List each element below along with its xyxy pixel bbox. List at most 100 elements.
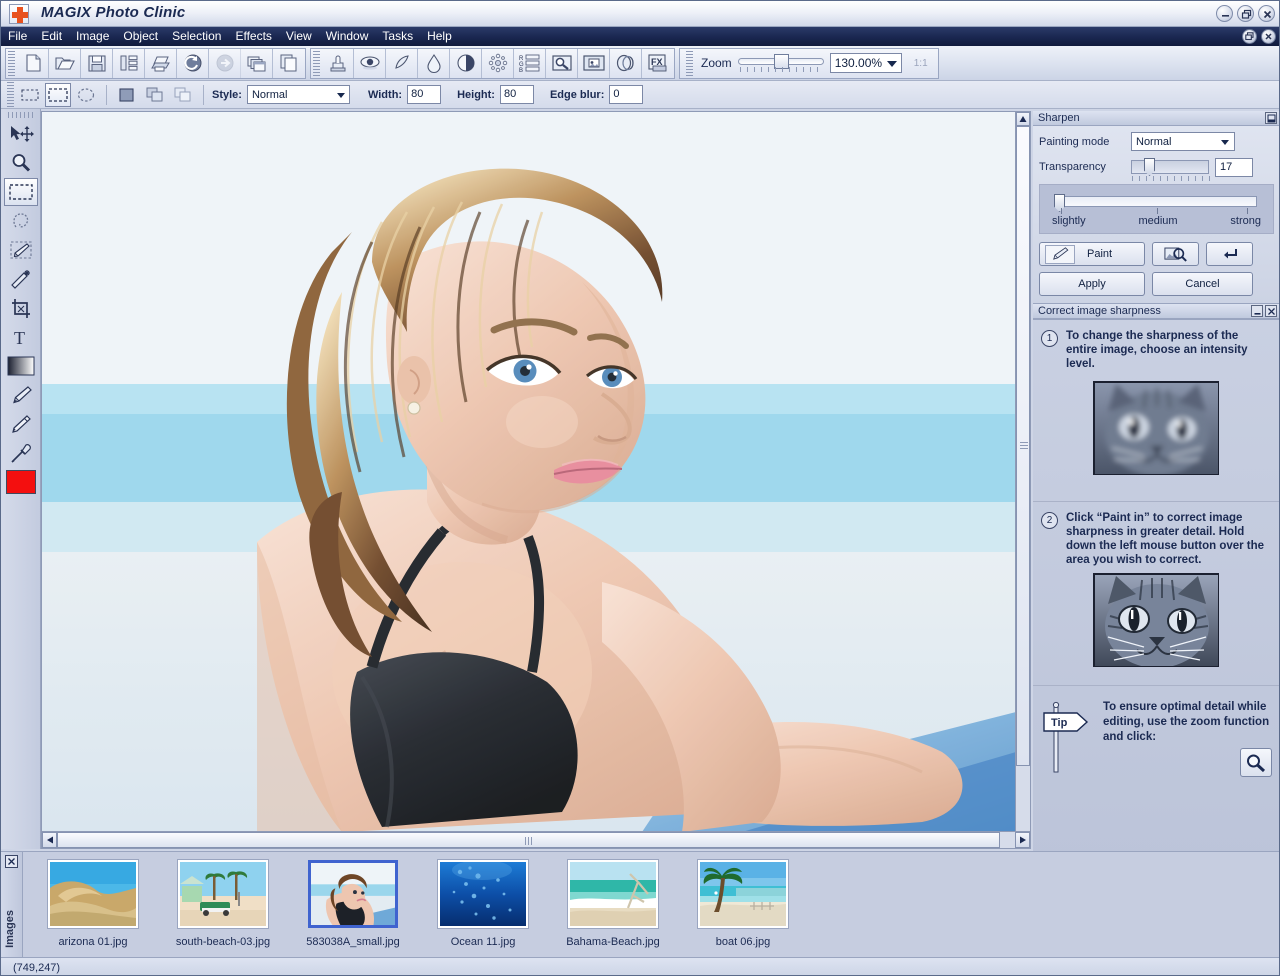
fx-icon[interactable]: FX: [642, 49, 674, 78]
printer-icon[interactable]: [145, 49, 177, 78]
stamp-icon[interactable]: [322, 49, 354, 78]
menu-tasks[interactable]: Tasks: [375, 28, 420, 45]
menu-selection[interactable]: Selection: [165, 28, 228, 45]
optionbar-gripper[interactable]: [7, 82, 14, 107]
crop-icon[interactable]: [4, 294, 38, 322]
thumbnail-south-beach[interactable]: [178, 860, 268, 928]
foreground-color-swatch[interactable]: [6, 470, 36, 494]
redo-arrow-icon[interactable]: [209, 49, 241, 78]
text-t-icon[interactable]: T: [4, 323, 38, 351]
eyedropper-icon[interactable]: [4, 439, 38, 467]
ellipse-selection-icon[interactable]: [73, 83, 99, 107]
paintbrush-icon[interactable]: [4, 381, 38, 409]
minimize-icon[interactable]: [1251, 305, 1263, 317]
transparency-slider[interactable]: [1131, 157, 1209, 177]
tip-zoom-button[interactable]: [1240, 748, 1272, 777]
undo-arrow-icon[interactable]: [177, 49, 209, 78]
horizontal-scroll-thumb[interactable]: [57, 832, 1000, 848]
one-to-one-icon[interactable]: 1:1: [908, 52, 934, 74]
apply-button[interactable]: Apply: [1039, 272, 1145, 296]
image-canvas[interactable]: [41, 111, 1031, 849]
mdi-close-button[interactable]: [1261, 29, 1276, 44]
intensity-slider[interactable]: [1052, 194, 1261, 208]
arrow-move-icon[interactable]: [4, 120, 38, 148]
gradient-icon[interactable]: [4, 352, 38, 380]
preview-button[interactable]: [1152, 242, 1199, 266]
magic-wand-icon[interactable]: [4, 265, 38, 293]
selection-add-icon[interactable]: [142, 83, 168, 107]
edge-blur-input[interactable]: 0: [609, 85, 643, 104]
minimize-button[interactable]: [1216, 5, 1233, 22]
pencil-icon[interactable]: [4, 410, 38, 438]
eye-icon[interactable]: [354, 49, 386, 78]
thumbnail-boat[interactable]: [698, 860, 788, 928]
smudge-icon[interactable]: [386, 49, 418, 78]
list-item[interactable]: boat 06.jpg: [693, 860, 793, 948]
open-folder-icon[interactable]: [49, 49, 81, 78]
palette-gripper[interactable]: [8, 112, 34, 118]
close-icon[interactable]: [1265, 305, 1277, 317]
rectangle-selection-icon[interactable]: [45, 83, 71, 107]
list-item[interactable]: south-beach-03.jpg: [173, 860, 273, 948]
thumbnail-ocean[interactable]: [438, 860, 528, 928]
color-dots-icon[interactable]: [482, 49, 514, 78]
menu-edit[interactable]: Edit: [34, 28, 69, 45]
zoom-level-combo[interactable]: 130.00%: [830, 53, 902, 73]
marquee-dashed-icon[interactable]: [17, 83, 43, 107]
selection-subtract-icon[interactable]: [170, 83, 196, 107]
scroll-right-button[interactable]: [1015, 832, 1030, 848]
floppy-save-icon[interactable]: [81, 49, 113, 78]
menu-file[interactable]: File: [1, 28, 34, 45]
toolbar-gripper[interactable]: [8, 51, 15, 76]
scroll-left-button[interactable]: [42, 832, 57, 848]
painting-mode-combo[interactable]: Normal: [1131, 132, 1235, 151]
list-item[interactable]: arizona 01.jpg: [43, 860, 143, 948]
mdi-restore-button[interactable]: [1242, 29, 1257, 44]
style-combo[interactable]: Normal: [247, 85, 350, 104]
water-drop-icon[interactable]: [418, 49, 450, 78]
rectangle-marquee-icon[interactable]: [4, 178, 38, 206]
zoom-slider[interactable]: [738, 53, 824, 73]
list-item[interactable]: 583038A_small.jpg: [303, 860, 403, 948]
new-document-icon[interactable]: [17, 49, 49, 78]
image-frame-icon[interactable]: [578, 49, 610, 78]
reset-button[interactable]: [1206, 242, 1253, 266]
copy-windows-icon[interactable]: [241, 49, 273, 78]
height-input[interactable]: 80: [500, 85, 534, 104]
menu-view[interactable]: View: [279, 28, 319, 45]
collapse-icon[interactable]: [1265, 112, 1277, 124]
contrast-circle-icon[interactable]: [450, 49, 482, 78]
batch-list-icon[interactable]: [113, 49, 145, 78]
thumbnail-583038a[interactable]: [308, 860, 398, 928]
menu-image[interactable]: Image: [69, 28, 116, 45]
thumbnail-bahama-beach[interactable]: [568, 860, 658, 928]
sharpen-magnifier-icon[interactable]: [546, 49, 578, 78]
cancel-button[interactable]: Cancel: [1152, 272, 1253, 296]
menu-help[interactable]: Help: [420, 28, 459, 45]
thumbnail-arizona[interactable]: [48, 860, 138, 928]
morph-icon[interactable]: [610, 49, 642, 78]
close-icon[interactable]: [5, 855, 18, 868]
vertical-scroll-thumb[interactable]: [1016, 126, 1030, 766]
rgb-sliders-icon[interactable]: R G B: [514, 49, 546, 78]
menu-object[interactable]: Object: [116, 28, 165, 45]
lasso-icon[interactable]: [4, 207, 38, 235]
scroll-up-button[interactable]: [1016, 112, 1030, 126]
menu-window[interactable]: Window: [319, 28, 376, 45]
selection-new-icon[interactable]: [114, 83, 140, 107]
menu-effects[interactable]: Effects: [228, 28, 278, 45]
list-item[interactable]: Ocean 11.jpg: [433, 860, 533, 948]
width-input[interactable]: 80: [407, 85, 441, 104]
transparency-value-input[interactable]: 17: [1215, 158, 1253, 177]
toolbar-gripper[interactable]: [313, 51, 320, 76]
list-item[interactable]: Bahama-Beach.jpg: [563, 860, 663, 948]
paint-button[interactable]: Paint: [1039, 242, 1145, 266]
duplicate-pages-icon[interactable]: [273, 49, 305, 78]
selection-brush-icon[interactable]: [4, 236, 38, 264]
toolbar-gripper[interactable]: [686, 51, 693, 76]
canvas-vertical-scrollbar[interactable]: [1015, 111, 1031, 849]
restore-button[interactable]: [1237, 5, 1254, 22]
canvas-horizontal-scrollbar[interactable]: [41, 831, 1031, 849]
magnifier-icon[interactable]: [4, 149, 38, 177]
close-button[interactable]: [1258, 5, 1275, 22]
